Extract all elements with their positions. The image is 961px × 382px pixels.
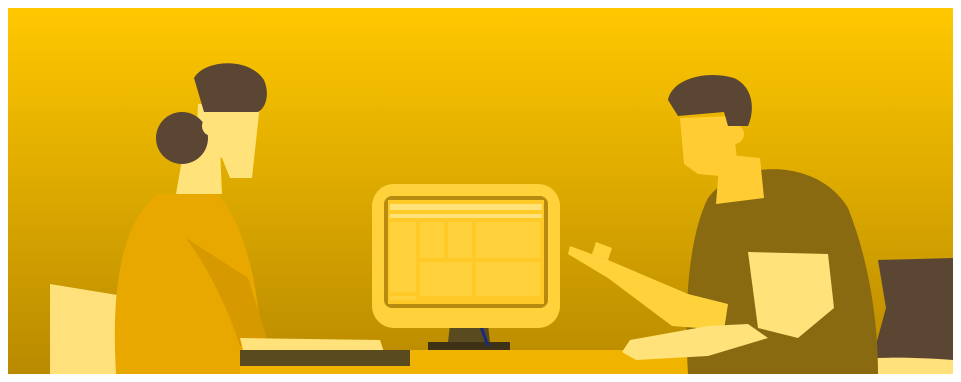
illustration-scene (8, 8, 953, 374)
screen-bar (390, 204, 542, 210)
left-person-bun (156, 112, 208, 164)
screen-block (420, 262, 472, 296)
left-person-ear (202, 116, 222, 136)
illustration-svg (8, 8, 953, 374)
screen-block (448, 222, 472, 258)
screen-bar (390, 214, 542, 218)
monitor-base (428, 342, 510, 350)
screen-block (420, 222, 444, 258)
right-person-ear (724, 124, 744, 144)
monitor (372, 184, 560, 350)
screen-block (390, 296, 416, 300)
screen-block (476, 222, 540, 258)
screen-block (476, 262, 540, 296)
keyboard (240, 350, 410, 366)
screen-block (390, 222, 416, 292)
